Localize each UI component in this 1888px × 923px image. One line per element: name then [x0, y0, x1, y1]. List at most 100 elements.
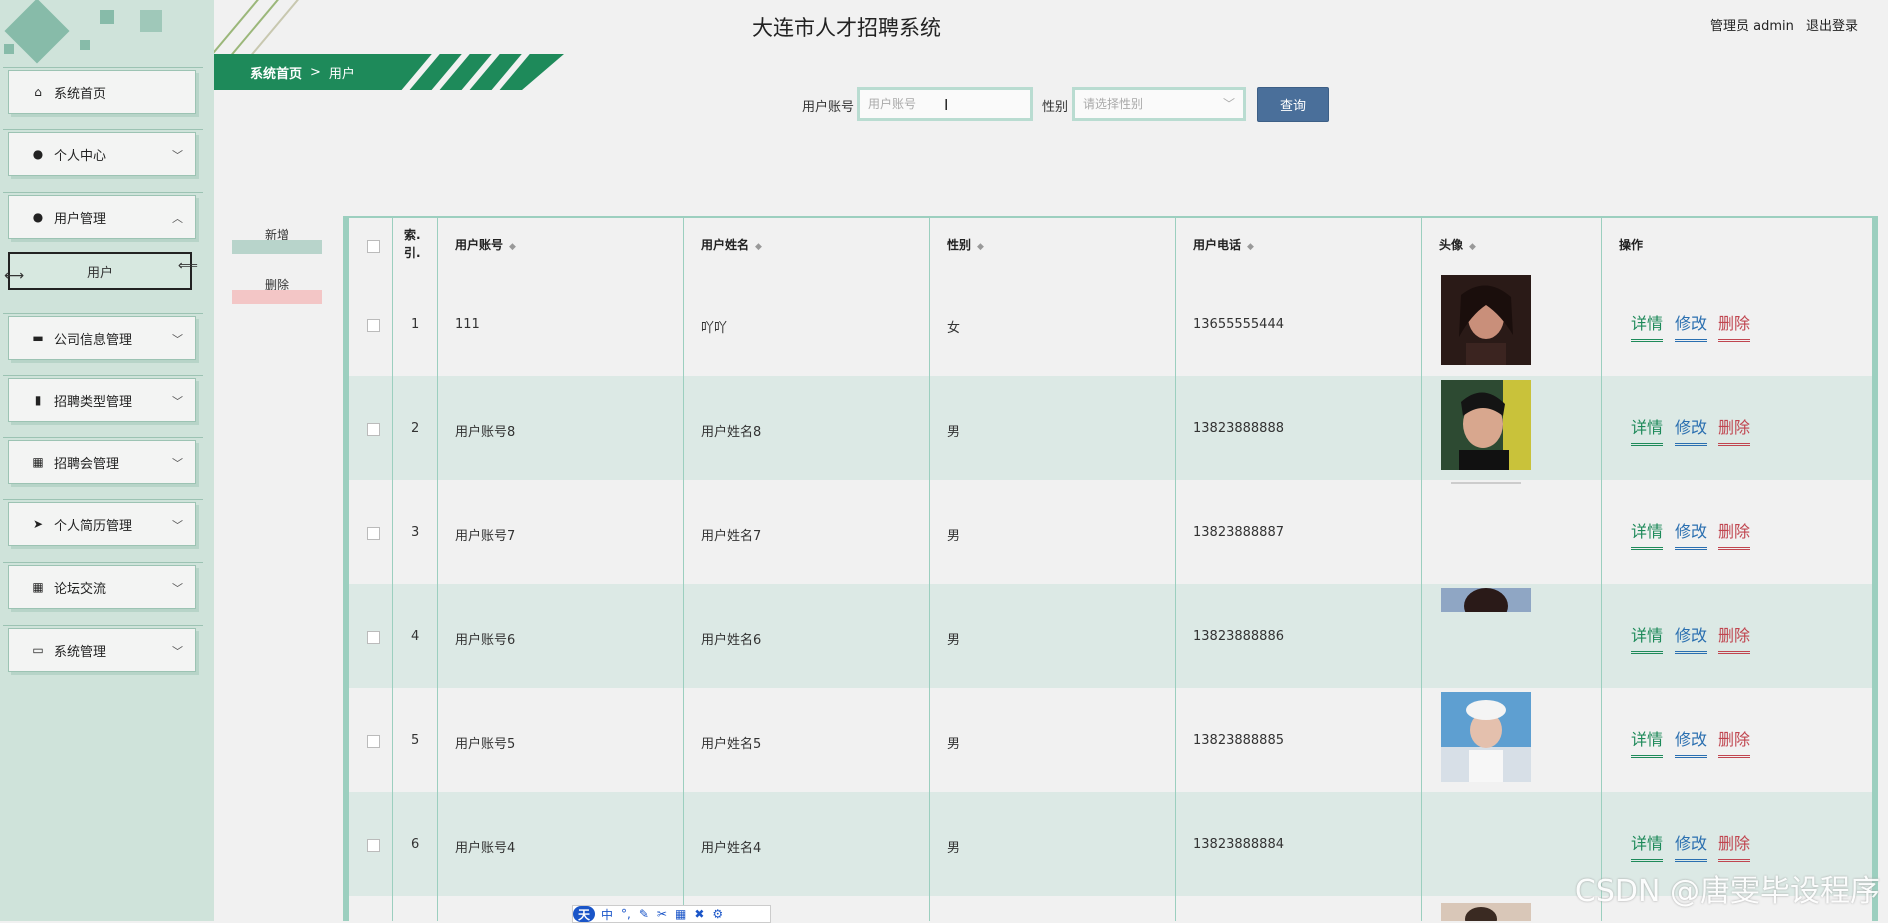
chevron-down-icon: ﹀ — [172, 149, 183, 162]
grid-icon: ▦ — [32, 580, 44, 594]
gender-select[interactable]: 请选择性别 ﹀ — [1072, 87, 1246, 121]
detail-button[interactable]: 详情 — [1631, 726, 1664, 758]
breadcrumb-home[interactable]: 系统首页 — [250, 63, 302, 82]
monitor-icon: ▭ — [32, 643, 44, 657]
ime-toolbar[interactable]: 天 中 °, ✎ ✂ ▦ ✖ ⚙ — [572, 905, 771, 923]
delete-button[interactable]: 删除 — [232, 274, 322, 304]
sidebar-subitem-user[interactable]: ⟷ 用户 ⟸ — [4, 252, 198, 290]
decor-square — [4, 0, 70, 64]
chevron-down-icon: ﹀ — [172, 333, 183, 346]
bulb-icon: ● — [32, 210, 44, 224]
row-checkbox[interactable] — [367, 631, 380, 644]
detail-button[interactable]: 详情 — [1631, 414, 1664, 446]
edit-button[interactable]: 修改 — [1675, 518, 1708, 550]
sort-icon: ◆ — [509, 242, 516, 252]
person-icon: ● — [32, 147, 44, 161]
arrow-icon: ⟸ — [177, 258, 198, 274]
chevron-up-icon: ︿ — [172, 212, 183, 225]
sort-icon: ◆ — [977, 242, 984, 252]
sidebar-item-home[interactable]: ⌂ 系统首页 — [3, 67, 203, 114]
sidebar-item-resume[interactable]: ➤ 个人简历管理 ﹀ — [3, 499, 203, 546]
arrow-icon: ⟷ — [4, 268, 25, 284]
decor-square — [4, 44, 14, 54]
table-row: 3 — [411, 525, 420, 540]
pen-icon[interactable]: ✎ — [639, 907, 649, 921]
chevron-down-icon: ﹀ — [172, 645, 183, 658]
detail-button[interactable]: 详情 — [1631, 830, 1664, 862]
gender-placeholder: 请选择性别 — [1083, 97, 1144, 111]
sidebar-item-system[interactable]: ▭ 系统管理 ﹀ — [3, 625, 203, 672]
row-checkbox[interactable] — [367, 319, 380, 332]
row-checkbox[interactable] — [367, 423, 380, 436]
select-all-checkbox[interactable] — [367, 240, 380, 253]
decor-square — [140, 10, 162, 32]
table-row: 5 — [411, 733, 420, 748]
briefcase-icon: ▬ — [32, 331, 44, 345]
cell-gender: 男 — [947, 425, 961, 440]
detail-button[interactable]: 详情 — [1631, 622, 1664, 654]
detail-button[interactable]: 详情 — [1631, 310, 1664, 342]
avatar-placeholder — [1451, 482, 1521, 484]
cell-name: 吖吖 — [701, 321, 728, 336]
sidebar-item-label: 系统管理 — [54, 644, 107, 660]
cell-name: 用户姓名5 — [701, 737, 762, 752]
gear-icon[interactable]: ⚙ — [712, 907, 723, 921]
sidebar-item-recruit-type[interactable]: ▮ 招聘类型管理 ﹀ — [3, 375, 203, 422]
edit-button[interactable]: 修改 — [1675, 414, 1708, 446]
sidebar-item-label: 用户管理 — [54, 211, 107, 227]
cell-name: 用户姓名6 — [701, 633, 762, 648]
sort-icon: ◆ — [1247, 242, 1254, 252]
chevron-down-icon: ﹀ — [172, 395, 183, 408]
row-checkbox[interactable] — [367, 839, 380, 852]
sidebar-item-profile[interactable]: ● 个人中心 ﹀ — [3, 129, 203, 176]
sidebar-item-job-fair[interactable]: ▦ 招聘会管理 ﹀ — [3, 437, 203, 484]
avatar — [1441, 692, 1531, 782]
skin-icon[interactable]: ✖ — [694, 907, 704, 921]
chevron-down-icon: ﹀ — [172, 519, 183, 532]
delete-button-bar — [232, 290, 322, 304]
row-checkbox[interactable] — [367, 527, 380, 540]
delete-row-button[interactable]: 删除 — [1718, 830, 1751, 862]
text-cursor-icon: I — [944, 96, 949, 114]
user-info: 管理员 admin 退出登录 — [1702, 15, 1858, 34]
sidebar-item-user-management[interactable]: ● 用户管理 ︿ — [3, 192, 203, 239]
delete-row-button[interactable]: 删除 — [1718, 622, 1751, 654]
ime-mode[interactable]: 中 — [601, 906, 613, 923]
header-avatar[interactable]: 头像 ◆ — [1439, 236, 1476, 253]
sidebar-item-label: 个人简历管理 — [54, 518, 133, 534]
header-index: 索.引. — [404, 228, 421, 260]
delete-row-button[interactable]: 删除 — [1718, 310, 1751, 342]
keyboard-icon[interactable]: ▦ — [675, 907, 686, 921]
decor-square — [100, 10, 114, 24]
sidebar-item-company[interactable]: ▬ 公司信息管理 ﹀ — [3, 313, 203, 360]
edit-button[interactable]: 修改 — [1675, 622, 1708, 654]
ime-punct-icon[interactable]: °, — [621, 907, 631, 921]
delete-row-button[interactable]: 删除 — [1718, 518, 1751, 550]
query-button[interactable]: 查询 — [1257, 87, 1329, 122]
header-gender[interactable]: 性别 ◆ — [947, 236, 984, 253]
edit-button[interactable]: 修改 — [1675, 830, 1708, 862]
breadcrumb-sep: > — [310, 64, 321, 80]
sidebar-item-label: 系统首页 — [54, 86, 107, 102]
scissors-icon[interactable]: ✂ — [657, 907, 667, 921]
cell-account: 用户账号8 — [455, 425, 516, 440]
detail-button[interactable]: 详情 — [1631, 518, 1664, 550]
delete-row-button[interactable]: 删除 — [1718, 414, 1751, 446]
sidebar-subitem-label: 用户 — [86, 265, 113, 281]
header-name[interactable]: 用户姓名 ◆ — [701, 236, 762, 253]
logout-link[interactable]: 退出登录 — [1806, 19, 1858, 34]
cell-gender: 女 — [947, 321, 961, 336]
sidebar-item-label: 论坛交流 — [54, 581, 107, 597]
add-button[interactable]: 新增 — [232, 224, 322, 254]
header-account[interactable]: 用户账号 ◆ — [455, 236, 516, 253]
edit-button[interactable]: 修改 — [1675, 310, 1708, 342]
page-title: 大连市人才招聘系统 — [752, 16, 941, 40]
chevron-down-icon: ﹀ — [172, 582, 183, 595]
edit-button[interactable]: 修改 — [1675, 726, 1708, 758]
sidebar-item-label: 公司信息管理 — [54, 332, 133, 348]
row-checkbox[interactable] — [367, 735, 380, 748]
delete-row-button[interactable]: 删除 — [1718, 726, 1751, 758]
sidebar-item-forum[interactable]: ▦ 论坛交流 ﹀ — [3, 562, 203, 609]
header-phone[interactable]: 用户电话 ◆ — [1193, 236, 1254, 253]
header-decor — [214, 0, 314, 54]
